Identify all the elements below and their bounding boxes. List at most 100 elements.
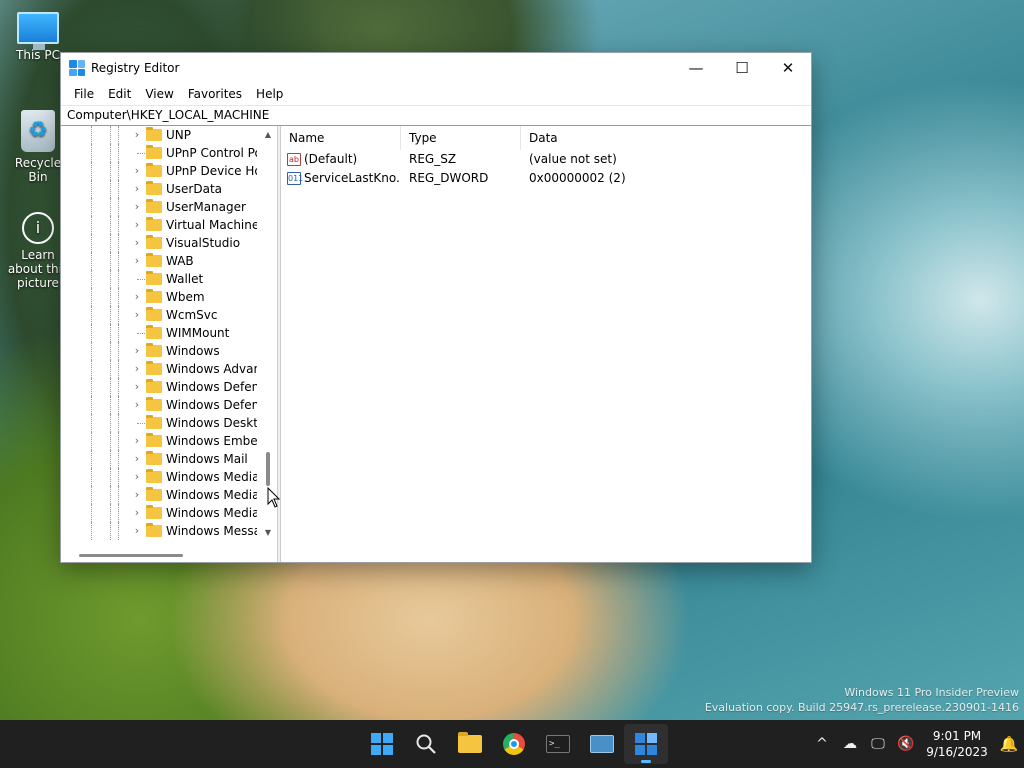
- search-button[interactable]: [404, 724, 448, 764]
- menu-file[interactable]: File: [67, 87, 101, 101]
- tree-item[interactable]: › Windows Media Player NSS: [61, 504, 257, 522]
- tree-item[interactable]: › Windows: [61, 342, 257, 360]
- scroll-thumb[interactable]: [266, 452, 270, 486]
- registry-editor-icon: [69, 60, 85, 76]
- tree-item-label: Windows Defender Security Center: [166, 398, 257, 412]
- expand-chevron-icon[interactable]: ›: [132, 234, 142, 252]
- tree-guide-line: [91, 450, 92, 468]
- expand-chevron-icon[interactable]: ›: [132, 126, 142, 144]
- expand-chevron-icon[interactable]: ›: [132, 306, 142, 324]
- tree-item[interactable]: › Windows Defender Security Center: [61, 396, 257, 414]
- tree-item[interactable]: › Windows Messaging Subsystem: [61, 522, 257, 540]
- tree-item[interactable]: › Windows Defender: [61, 378, 257, 396]
- notification-bell-icon[interactable]: 🔔: [994, 735, 1024, 753]
- chrome-button[interactable]: [492, 724, 536, 764]
- expand-chevron-icon[interactable]: ›: [132, 522, 142, 540]
- registry-editor-taskbar-button[interactable]: [624, 724, 668, 764]
- show-hidden-icons-chevron-icon[interactable]: ^: [808, 736, 836, 752]
- clock[interactable]: 9:01 PM 9/16/2023: [920, 728, 994, 760]
- tree-guide-line: [91, 324, 92, 342]
- tree-item[interactable]: › Windows Media Device Manager: [61, 468, 257, 486]
- value-row-default[interactable]: ab (Default) REG_SZ (value not set): [281, 150, 811, 169]
- expand-chevron-icon[interactable]: ›: [132, 288, 142, 306]
- scroll-thumb-horizontal[interactable]: [79, 554, 183, 557]
- minimize-button[interactable]: —: [673, 53, 719, 83]
- folder-icon: [146, 469, 162, 483]
- column-header-name[interactable]: Name: [281, 126, 401, 150]
- network-icon[interactable]: 🖵: [864, 736, 892, 752]
- file-explorer-button[interactable]: [448, 724, 492, 764]
- expand-chevron-icon[interactable]: ›: [132, 180, 142, 198]
- tree-guide-line: [91, 468, 92, 486]
- expand-chevron-icon[interactable]: ›: [132, 216, 142, 234]
- tree-rows: ›UNPUPnP Control Point›UPnP Device Host›…: [61, 126, 257, 540]
- desktop-icon-label: This PC: [16, 48, 60, 62]
- tree-item[interactable]: › Windows Media Foundation: [61, 486, 257, 504]
- scroll-up-arrow-icon[interactable]: ▲: [259, 130, 277, 139]
- tree-guide-line: [110, 270, 111, 288]
- expand-chevron-icon[interactable]: ›: [132, 198, 142, 216]
- chrome-icon: [503, 733, 525, 755]
- expand-chevron-icon[interactable]: ›: [132, 504, 142, 522]
- tree-item[interactable]: Windows Desktop Search: [61, 414, 257, 432]
- menu-help[interactable]: Help: [249, 87, 290, 101]
- tree-item[interactable]: › WAB: [61, 252, 257, 270]
- tree-item[interactable]: › UserManager: [61, 198, 257, 216]
- maximize-button[interactable]: ☐: [719, 53, 765, 83]
- expand-chevron-icon[interactable]: ›: [132, 252, 142, 270]
- terminal-button[interactable]: >_: [536, 724, 580, 764]
- tree-connector: [137, 333, 145, 334]
- tree-guide-line: [91, 414, 92, 432]
- tree-item[interactable]: › Windows Mail: [61, 450, 257, 468]
- title-bar[interactable]: Registry Editor — ☐ ✕: [61, 53, 811, 83]
- tree-item[interactable]: UPnP Control Point: [61, 144, 257, 162]
- expand-chevron-icon[interactable]: ›: [132, 396, 142, 414]
- tree-guide-line: [91, 198, 92, 216]
- tree-item[interactable]: › WcmSvc: [61, 306, 257, 324]
- tree-item[interactable]: Wallet: [61, 270, 257, 288]
- address-bar[interactable]: Computer\HKEY_LOCAL_MACHINE: [61, 105, 811, 126]
- expand-chevron-icon[interactable]: ›: [132, 486, 142, 504]
- tree-horizontal-scrollbar[interactable]: [61, 546, 277, 562]
- key-tree-pane[interactable]: ›UNPUPnP Control Point›UPnP Device Host›…: [61, 126, 278, 562]
- tree-guide-line: [110, 162, 111, 180]
- tree-item[interactable]: WIMMount: [61, 324, 257, 342]
- folder-icon: [146, 523, 162, 537]
- tree-item[interactable]: › Windows Advanced Threat Protection: [61, 360, 257, 378]
- menu-favorites[interactable]: Favorites: [181, 87, 249, 101]
- tree-vertical-scrollbar[interactable]: ▲ ▼: [259, 126, 277, 546]
- remote-desktop-button[interactable]: [580, 724, 624, 764]
- scroll-down-arrow-icon[interactable]: ▼: [259, 528, 277, 537]
- tree-guide-line: [110, 468, 111, 486]
- tree-item[interactable]: › UNP: [61, 126, 257, 144]
- tree-guide-line: [91, 504, 92, 522]
- start-button[interactable]: [360, 724, 404, 764]
- tree-item[interactable]: › Virtual Machine: [61, 216, 257, 234]
- folder-icon: [146, 145, 162, 159]
- tree-item[interactable]: › UserData: [61, 180, 257, 198]
- expand-chevron-icon[interactable]: ›: [132, 162, 142, 180]
- tree-guide-line: [91, 216, 92, 234]
- tree-item[interactable]: › VisualStudio: [61, 234, 257, 252]
- menu-edit[interactable]: Edit: [101, 87, 138, 101]
- volume-muted-icon[interactable]: 🔇: [892, 736, 920, 752]
- value-row-service-last-known[interactable]: 011 ServiceLastKno... REG_DWORD 0x000000…: [281, 169, 811, 188]
- close-button[interactable]: ✕: [765, 53, 811, 83]
- expand-chevron-icon[interactable]: ›: [132, 378, 142, 396]
- tree-item[interactable]: › UPnP Device Host: [61, 162, 257, 180]
- menu-view[interactable]: View: [138, 87, 180, 101]
- tree-guide-line: [91, 432, 92, 450]
- onedrive-icon[interactable]: ☁: [836, 736, 864, 752]
- expand-chevron-icon[interactable]: ›: [132, 450, 142, 468]
- expand-chevron-icon[interactable]: ›: [132, 342, 142, 360]
- values-list-pane[interactable]: Name Type Data ab (Default) REG_SZ (valu…: [281, 126, 811, 562]
- expand-chevron-icon[interactable]: ›: [132, 432, 142, 450]
- expand-chevron-icon[interactable]: ›: [132, 468, 142, 486]
- value-name: ServiceLastKno...: [304, 171, 401, 185]
- tree-item[interactable]: › Wbem: [61, 288, 257, 306]
- expand-chevron-icon[interactable]: ›: [132, 360, 142, 378]
- binary-value-icon: 011: [287, 172, 304, 185]
- tree-item[interactable]: › Windows Embedded: [61, 432, 257, 450]
- column-header-type[interactable]: Type: [401, 126, 521, 150]
- column-header-data[interactable]: Data: [521, 126, 721, 150]
